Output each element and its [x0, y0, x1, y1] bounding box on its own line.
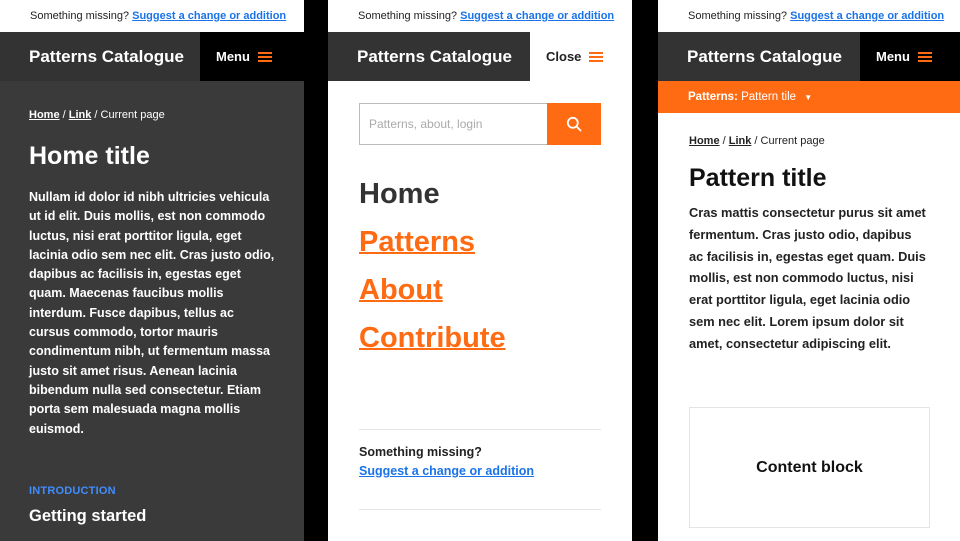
divider: [359, 509, 601, 510]
breadcrumb-current: Current page: [760, 135, 825, 147]
search-input[interactable]: [359, 103, 547, 145]
feedback-bar: Something missing? Suggest a change or a…: [658, 0, 960, 32]
breadcrumb-home[interactable]: Home: [689, 135, 720, 147]
feedback-link[interactable]: Suggest a change or addition: [790, 10, 944, 22]
site-header: Patterns Catalogue Menu: [0, 32, 304, 81]
feedback-link[interactable]: Suggest a change or addition: [460, 10, 614, 22]
section-heading[interactable]: Getting started: [29, 507, 275, 526]
section-eyebrow: INTRODUCTION: [29, 484, 116, 497]
pattern-selector-label: Patterns:: [688, 91, 738, 103]
nav-contribute[interactable]: Contribute: [359, 314, 506, 362]
intro-paragraph: Nullam id dolor id nibh ultricies vehicu…: [29, 190, 275, 436]
page-title: Pattern title: [689, 164, 827, 192]
search-form: [359, 103, 601, 145]
menu-button[interactable]: Menu: [860, 32, 960, 81]
menu-feedback-link[interactable]: Suggest a change or addition: [359, 464, 534, 478]
page-title: Home title: [29, 142, 150, 170]
menu-feedback: Something missing? Suggest a change or a…: [359, 445, 534, 478]
breadcrumb-home[interactable]: Home: [29, 109, 60, 121]
pattern-selector[interactable]: Patterns: Pattern tile ▼: [658, 81, 960, 113]
brand-logo[interactable]: Patterns Catalogue: [29, 32, 184, 81]
search-icon: [566, 116, 582, 132]
menu-label: Menu: [876, 49, 910, 64]
mobile-view-pattern: Something missing? Suggest a change or a…: [658, 0, 960, 541]
feedback-text: Something missing?: [688, 10, 788, 22]
breadcrumb: Home / Link / Current page: [689, 135, 825, 147]
feedback-bar: Something missing? Suggest a change or a…: [328, 0, 632, 32]
content-block: Content block: [689, 407, 930, 528]
mobile-view-menu: Something missing? Suggest a change or a…: [328, 0, 632, 541]
breadcrumb-current: Current page: [100, 109, 165, 121]
hamburger-icon: [917, 50, 932, 64]
mobile-view-home-menu-open: Something missing? Suggest a change or a…: [0, 0, 304, 541]
pattern-selector-value: Pattern tile: [741, 91, 797, 103]
menu-feedback-question: Something missing?: [359, 445, 482, 459]
feedback-text: Something missing?: [358, 10, 458, 22]
close-label: Close: [546, 49, 582, 64]
search-button[interactable]: [547, 103, 601, 145]
menu-label: Menu: [216, 49, 250, 64]
nav-home[interactable]: Home: [359, 170, 506, 218]
divider: [359, 429, 601, 430]
nav-patterns[interactable]: Patterns: [359, 218, 506, 266]
breadcrumb-link[interactable]: Link: [69, 109, 92, 121]
hamburger-icon: [257, 50, 272, 64]
brand-logo[interactable]: Patterns Catalogue: [687, 32, 842, 81]
hamburger-icon: [589, 50, 604, 64]
menu-button[interactable]: Menu: [200, 32, 304, 81]
feedback-link[interactable]: Suggest a change or addition: [132, 10, 286, 22]
pattern-description: Cras mattis consectetur purus sit amet f…: [689, 205, 926, 351]
breadcrumb: Home / Link / Current page: [29, 109, 165, 121]
site-header: Patterns Catalogue Close: [328, 32, 632, 81]
close-menu-button[interactable]: Close: [530, 32, 632, 81]
feedback-bar: Something missing? Suggest a change or a…: [0, 0, 304, 32]
main-nav: Home Patterns About Contribute: [359, 170, 506, 362]
site-header: Patterns Catalogue Menu: [658, 32, 960, 81]
main-content: Home / Link / Current page Home title Nu…: [0, 81, 304, 541]
main-content: Home / Link / Current page Pattern title…: [658, 113, 960, 355]
brand-logo[interactable]: Patterns Catalogue: [357, 32, 512, 81]
nav-about[interactable]: About: [359, 266, 506, 314]
breadcrumb-link[interactable]: Link: [729, 135, 752, 147]
feedback-text: Something missing?: [30, 10, 130, 22]
caret-down-icon: ▼: [804, 93, 813, 102]
